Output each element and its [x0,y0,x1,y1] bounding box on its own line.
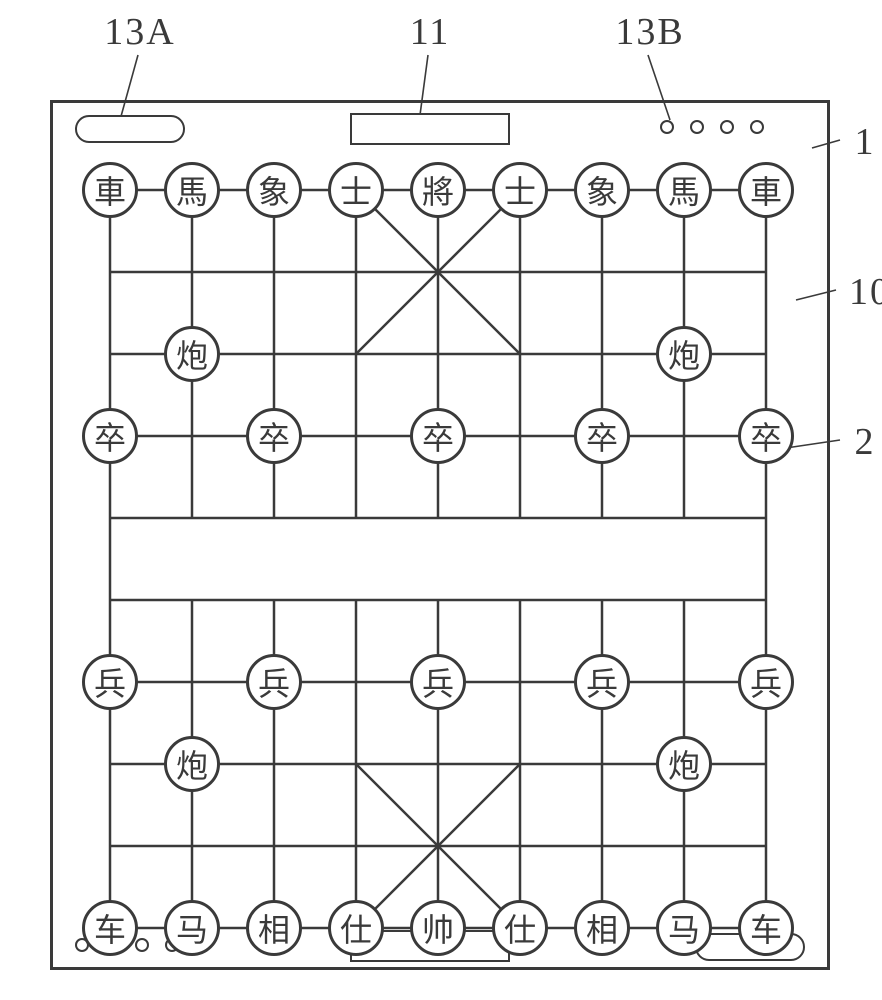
piece-兵[interactable]: 兵 [82,654,138,710]
piece-车[interactable]: 车 [82,900,138,956]
xiangqi-board-grid [0,0,882,1000]
piece-車[interactable]: 車 [82,162,138,218]
piece-卒[interactable]: 卒 [410,408,466,464]
piece-兵[interactable]: 兵 [574,654,630,710]
piece-炮[interactable]: 炮 [656,736,712,792]
piece-炮[interactable]: 炮 [164,326,220,382]
piece-卒[interactable]: 卒 [738,408,794,464]
piece-將[interactable]: 將 [410,162,466,218]
piece-炮[interactable]: 炮 [656,326,712,382]
piece-兵[interactable]: 兵 [246,654,302,710]
piece-兵[interactable]: 兵 [738,654,794,710]
piece-車[interactable]: 車 [738,162,794,218]
piece-馬[interactable]: 馬 [656,162,712,218]
piece-马[interactable]: 马 [656,900,712,956]
piece-兵[interactable]: 兵 [410,654,466,710]
piece-象[interactable]: 象 [574,162,630,218]
piece-车[interactable]: 车 [738,900,794,956]
piece-士[interactable]: 士 [492,162,548,218]
piece-仕[interactable]: 仕 [492,900,548,956]
piece-象[interactable]: 象 [246,162,302,218]
piece-馬[interactable]: 馬 [164,162,220,218]
piece-士[interactable]: 士 [328,162,384,218]
piece-帅[interactable]: 帅 [410,900,466,956]
piece-相[interactable]: 相 [246,900,302,956]
piece-炮[interactable]: 炮 [164,736,220,792]
piece-马[interactable]: 马 [164,900,220,956]
piece-卒[interactable]: 卒 [574,408,630,464]
piece-卒[interactable]: 卒 [246,408,302,464]
piece-仕[interactable]: 仕 [328,900,384,956]
piece-卒[interactable]: 卒 [82,408,138,464]
piece-相[interactable]: 相 [574,900,630,956]
